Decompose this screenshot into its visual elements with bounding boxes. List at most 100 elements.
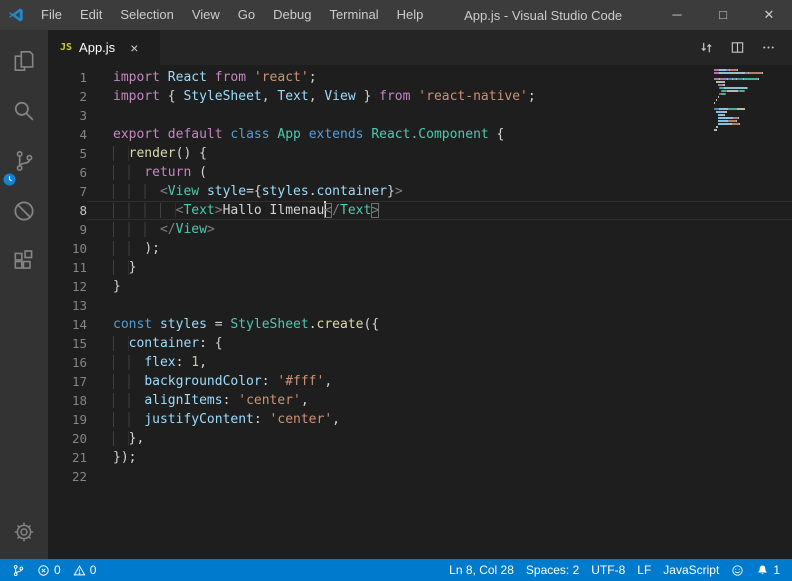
code-line-6[interactable]: 6 return ( bbox=[48, 163, 792, 182]
line-number: 1 bbox=[48, 68, 87, 87]
line-number: 18 bbox=[48, 391, 87, 410]
line-number: 8 bbox=[48, 201, 87, 220]
vscode-window: FileEditSelectionViewGoDebugTerminalHelp… bbox=[0, 0, 792, 581]
status-cursor-position[interactable]: Ln 8, Col 28 bbox=[443, 559, 520, 581]
title-bar: FileEditSelectionViewGoDebugTerminalHelp… bbox=[0, 0, 792, 30]
source-control-badge bbox=[3, 173, 16, 186]
code-line-3[interactable]: 3 bbox=[48, 106, 792, 125]
menu-debug[interactable]: Debug bbox=[264, 0, 320, 30]
line-number: 10 bbox=[48, 239, 87, 258]
activity-bar-item-extensions[interactable] bbox=[0, 238, 48, 288]
line-number: 12 bbox=[48, 277, 87, 296]
status-bar: 00 Ln 8, Col 28Spaces: 2UTF-8LFJavaScrip… bbox=[0, 559, 792, 581]
menu-help[interactable]: Help bbox=[388, 0, 433, 30]
activity-bar bbox=[0, 30, 48, 559]
code-line-17[interactable]: 17 backgroundColor: '#fff', bbox=[48, 372, 792, 391]
code-line-19[interactable]: 19 justifyContent: 'center', bbox=[48, 410, 792, 429]
status-eol-text: LF bbox=[637, 563, 651, 577]
search-icon bbox=[11, 98, 37, 129]
code-line-18[interactable]: 18 alignItems: 'center', bbox=[48, 391, 792, 410]
main-body: JS App.js × 1import React from 'react';2… bbox=[0, 30, 792, 559]
menu-bar: FileEditSelectionViewGoDebugTerminalHelp bbox=[32, 0, 432, 30]
status-errors[interactable]: 0 bbox=[31, 559, 67, 581]
code-line-1[interactable]: 1import React from 'react'; bbox=[48, 68, 792, 87]
tab-label: App.js bbox=[79, 40, 115, 55]
bell-icon bbox=[756, 564, 769, 577]
activity-bar-item-manage[interactable] bbox=[0, 511, 48, 557]
status-notifications[interactable]: 1 bbox=[750, 559, 786, 581]
menu-selection[interactable]: Selection bbox=[111, 0, 182, 30]
warning-icon bbox=[73, 564, 86, 577]
vscode-logo-icon bbox=[0, 7, 32, 23]
status-language-mode[interactable]: JavaScript bbox=[657, 559, 725, 581]
code-line-5[interactable]: 5 render() { bbox=[48, 144, 792, 163]
more-actions-icon[interactable] bbox=[761, 40, 776, 55]
status-indentation-text: Spaces: 2 bbox=[526, 563, 579, 577]
status-notifications-text: 1 bbox=[773, 563, 780, 577]
line-number: 4 bbox=[48, 125, 87, 144]
code-line-7[interactable]: 7 <View style={styles.container}> bbox=[48, 182, 792, 201]
status-bar-left: 00 bbox=[6, 559, 102, 581]
status-encoding-text: UTF-8 bbox=[591, 563, 625, 577]
line-number: 14 bbox=[48, 315, 87, 334]
code-line-15[interactable]: 15 container: { bbox=[48, 334, 792, 353]
code-line-20[interactable]: 20 }, bbox=[48, 429, 792, 448]
menu-go[interactable]: Go bbox=[229, 0, 264, 30]
tab-appjs[interactable]: JS App.js × bbox=[48, 30, 160, 65]
menu-terminal[interactable]: Terminal bbox=[320, 0, 387, 30]
activity-bar-bottom bbox=[0, 511, 48, 557]
tab-close-icon[interactable]: × bbox=[130, 41, 138, 55]
code-line-14[interactable]: 14const styles = StyleSheet.create({ bbox=[48, 315, 792, 334]
explorer-icon bbox=[11, 48, 37, 79]
code-line-16[interactable]: 16 flex: 1, bbox=[48, 353, 792, 372]
editor-scrollbar[interactable] bbox=[778, 65, 792, 559]
line-number: 20 bbox=[48, 429, 87, 448]
js-file-icon: JS bbox=[60, 42, 72, 53]
code-line-10[interactable]: 10 ); bbox=[48, 239, 792, 258]
activity-bar-item-debug[interactable] bbox=[0, 188, 48, 238]
status-indentation[interactable]: Spaces: 2 bbox=[520, 559, 585, 581]
line-number: 7 bbox=[48, 182, 87, 201]
editor-group: JS App.js × 1import React from 'react';2… bbox=[48, 30, 792, 559]
code-line-12[interactable]: 12} bbox=[48, 277, 792, 296]
editor-actions bbox=[699, 30, 792, 65]
code-line-11[interactable]: 11 } bbox=[48, 258, 792, 277]
activity-bar-top bbox=[0, 38, 48, 288]
line-number: 13 bbox=[48, 296, 87, 315]
activity-bar-item-search[interactable] bbox=[0, 88, 48, 138]
minimize-button[interactable]: ─ bbox=[654, 0, 700, 30]
code-line-22[interactable]: 22 bbox=[48, 467, 792, 486]
menu-edit[interactable]: Edit bbox=[71, 0, 111, 30]
code-area: 1import React from 'react';2import { Sty… bbox=[48, 68, 792, 486]
code-line-21[interactable]: 21}); bbox=[48, 448, 792, 467]
editor[interactable]: 1import React from 'react';2import { Sty… bbox=[48, 65, 792, 559]
line-number: 15 bbox=[48, 334, 87, 353]
status-errors-text: 0 bbox=[54, 563, 61, 577]
status-eol[interactable]: LF bbox=[631, 559, 657, 581]
close-button[interactable]: ✕ bbox=[746, 0, 792, 30]
status-warnings[interactable]: 0 bbox=[67, 559, 103, 581]
status-bar-right: Ln 8, Col 28 Spaces: 2 UTF-8 LF JavaScript 1 bbox=[443, 559, 786, 581]
split-editor-icon[interactable] bbox=[730, 40, 745, 55]
status-feedback[interactable] bbox=[725, 559, 750, 581]
minimap[interactable] bbox=[714, 69, 778, 135]
activity-bar-item-source-control[interactable] bbox=[0, 138, 48, 188]
menu-file[interactable]: File bbox=[32, 0, 71, 30]
activity-bar-item-explorer[interactable] bbox=[0, 38, 48, 88]
status-branch[interactable] bbox=[6, 559, 31, 581]
status-language-mode-text: JavaScript bbox=[663, 563, 719, 577]
status-encoding[interactable]: UTF-8 bbox=[585, 559, 631, 581]
line-number: 17 bbox=[48, 372, 87, 391]
code-line-2[interactable]: 2import { StyleSheet, Text, View } from … bbox=[48, 87, 792, 106]
open-changes-icon[interactable] bbox=[699, 40, 714, 55]
maximize-button[interactable]: □ bbox=[700, 0, 746, 30]
window-title: App.js - Visual Studio Code bbox=[432, 8, 654, 23]
code-line-8[interactable]: 8 <Text>Hallo Ilmenau</Text> bbox=[48, 201, 792, 220]
menu-view[interactable]: View bbox=[183, 0, 229, 30]
line-number: 2 bbox=[48, 87, 87, 106]
manage-icon bbox=[12, 520, 36, 549]
status-warnings-text: 0 bbox=[90, 563, 97, 577]
code-line-4[interactable]: 4export default class App extends React.… bbox=[48, 125, 792, 144]
code-line-9[interactable]: 9 </View> bbox=[48, 220, 792, 239]
code-line-13[interactable]: 13 bbox=[48, 296, 792, 315]
